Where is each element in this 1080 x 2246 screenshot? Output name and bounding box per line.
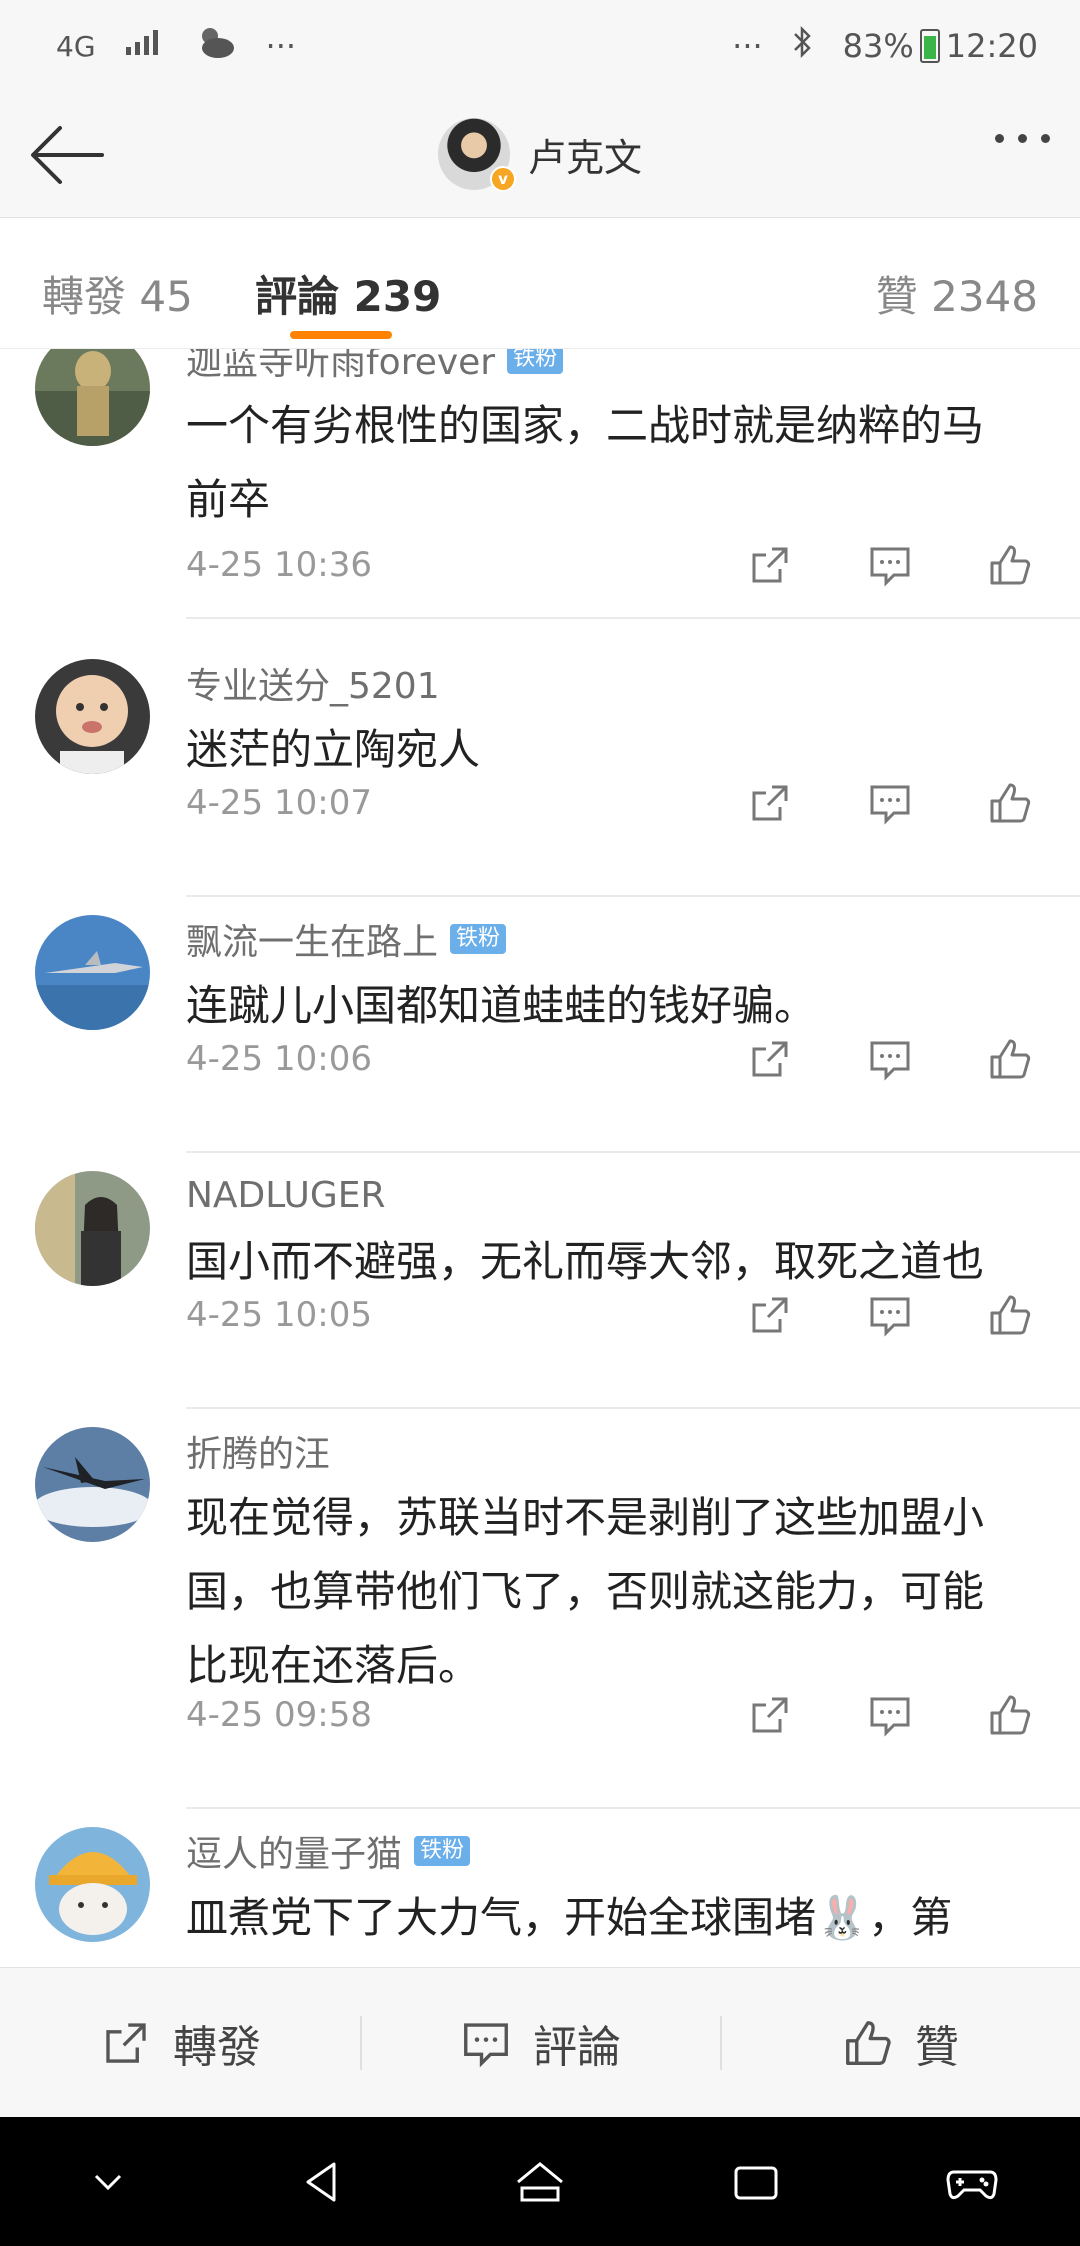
divider [186,1807,1080,1809]
comment-time: 4-25 10:05 [186,1295,372,1335]
game-controller-icon[interactable] [942,2152,1002,2212]
avatar[interactable] [35,1427,150,1542]
verified-badge-icon: v [490,166,516,192]
share-icon[interactable] [746,541,794,589]
repost-button[interactable]: 轉發 [0,1968,360,2117]
avatar[interactable] [35,349,150,446]
comment-text: 一个有劣根性的国家，二战时就是纳粹的马 前卒 [186,389,1050,537]
repost-label: 轉發 [173,2021,261,2073]
avatar[interactable] [35,659,150,774]
system-nav-bar [0,2117,1080,2246]
share-icon[interactable] [746,779,794,827]
clock: 12:20 [945,27,1038,65]
share-icon[interactable] [746,1291,794,1339]
comment-line: 国小而不避强，无礼而辱大邻，取死之道也 [186,1237,985,1286]
comment-text: 现在觉得，苏联当时不是剥削了这些加盟小 国，也算带他们飞了，否则就这能力，可能 … [186,1481,1050,1703]
comment-text: 连蹴儿小国都知道蛙蛙的钱好骗。 [186,969,1050,1043]
dot-icon [1018,134,1027,143]
bottom-action-bar: 轉發 評論 贊 [0,1967,1080,2117]
comment-list[interactable]: 迦蓝寺听雨forever 铁粉 一个有劣根性的国家，二战时就是纳粹的马 前卒 4… [0,349,1080,1967]
comment-icon[interactable] [866,1291,914,1339]
fan-badge: 铁粉 [507,349,564,374]
comment-label: 評論 [533,2021,621,2073]
page-title: 卢克文 [528,135,643,180]
avatar[interactable] [35,915,150,1030]
like-icon[interactable] [986,541,1034,589]
comment-time: 4-25 10:36 [186,545,372,585]
network-indicator: 4G [56,29,96,63]
comment-author[interactable]: NADLUGER [186,1175,386,1216]
like-icon[interactable] [986,1691,1034,1739]
comment-author[interactable]: 逗人的量子猫 [186,1825,402,1877]
back-button[interactable] [28,120,108,190]
like-icon[interactable] [986,1035,1034,1083]
dot-icon [1041,134,1050,143]
comment-button[interactable]: 評論 [360,1968,720,2117]
divider [186,617,1080,619]
comment-text: 皿煮党下了大力气，开始全球围堵🐰，第 [186,1881,1050,1955]
avatar[interactable] [35,1827,150,1942]
share-icon[interactable] [746,1691,794,1739]
comment-time: 4-25 10:07 [186,783,372,823]
weather-icon [192,22,238,70]
comment-line: 迷茫的立陶宛人 [186,725,481,774]
comment-icon[interactable] [866,1691,914,1739]
comment-line: 一个有劣根性的国家，二战时就是纳粹的马 [186,401,985,450]
nav-bar: v 卢克文 [0,92,1080,218]
back-arrow-icon [31,126,104,184]
comment-time: 4-25 09:58 [186,1695,372,1735]
tab-likes[interactable]: 贊 2348 [876,263,1038,324]
divider [186,895,1080,897]
active-tab-indicator [290,331,392,339]
comment-text: 迷茫的立陶宛人 [186,713,1050,787]
share-icon [106,2022,146,2063]
notifications-more: ··· [265,27,297,65]
like-button[interactable]: 贊 [720,1968,1080,2117]
back-triangle-icon[interactable] [294,2152,354,2212]
comment-line: 前卒 [186,475,271,524]
battery-percent: 83% [842,27,914,65]
comment-author[interactable]: 专业送分_5201 [186,657,440,709]
profile-header[interactable]: v 卢克文 [438,118,643,192]
home-icon[interactable] [510,2152,570,2212]
divider [186,1151,1080,1153]
more-status: ··· [732,27,763,65]
status-bar: 4G ··· ··· 83% 12:20 [0,0,1080,92]
divider [186,1407,1080,1409]
comment-author[interactable]: 飘流一生在路上 [186,913,438,965]
tab-bar: 轉發 45 評論 239 贊 2348 [0,219,1080,349]
avatar[interactable]: v [438,118,516,192]
comment-icon[interactable] [866,1035,914,1083]
share-icon[interactable] [746,1035,794,1083]
recent-apps-icon[interactable] [726,2152,786,2212]
bluetooth-icon [791,24,815,68]
signal-icon [124,27,164,65]
tab-comments[interactable]: 評論 239 [255,263,441,324]
like-label: 贊 [915,2021,959,2073]
avatar[interactable] [35,1171,150,1286]
tab-repost[interactable]: 轉發 45 [42,263,193,324]
chevron-down-icon[interactable] [78,2152,138,2212]
comment-time: 4-25 10:06 [186,1039,372,1079]
comment-author[interactable]: 迦蓝寺听雨forever [186,349,495,385]
comment-text: 国小而不避强，无礼而辱大邻，取死之道也 [186,1225,1050,1299]
dot-icon [995,134,1004,143]
battery-icon [919,29,940,63]
comment-line: 皿煮党下了大力气，开始全球围堵🐰，第 [186,1893,953,1942]
comment-icon[interactable] [866,779,914,827]
comment-author[interactable]: 折腾的汪 [186,1425,330,1477]
like-icon [846,2020,891,2065]
comment-icon [464,2022,508,2067]
fan-badge: 铁粉 [414,1836,471,1866]
like-icon[interactable] [986,779,1034,827]
comment-line: 现在觉得，苏联当时不是剥削了这些加盟小 [186,1493,985,1542]
comment-line: 连蹴儿小国都知道蛙蛙的钱好骗。 [186,981,817,1030]
comment-line: 国，也算带他们飞了，否则就这能力，可能 [186,1567,985,1616]
more-options-button[interactable] [995,134,1050,143]
comment-icon[interactable] [866,541,914,589]
like-icon[interactable] [986,1291,1034,1339]
fan-badge: 铁粉 [450,924,507,954]
